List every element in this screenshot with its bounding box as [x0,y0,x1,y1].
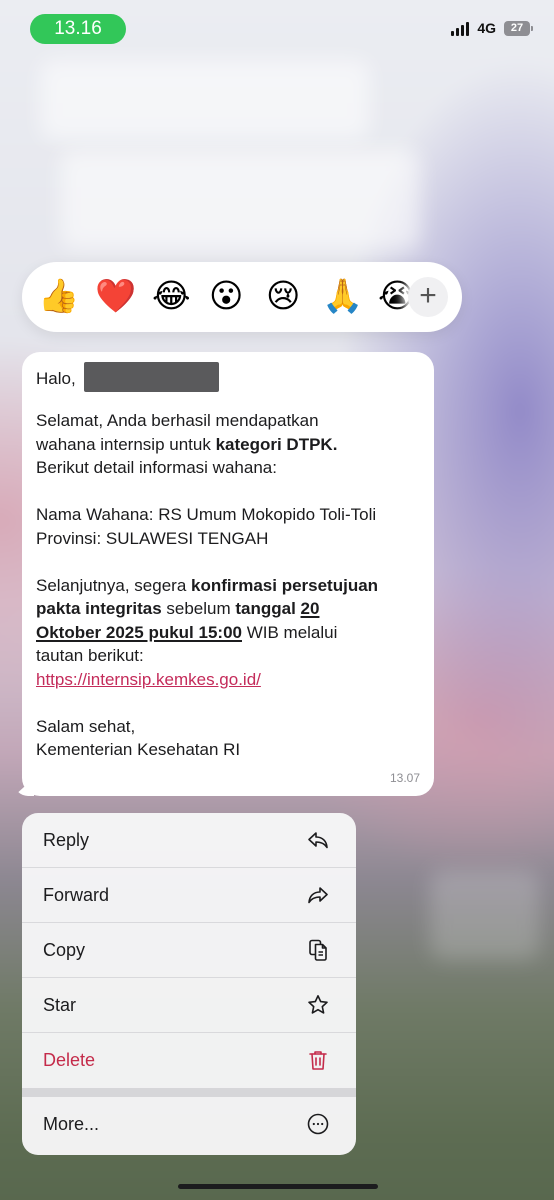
reaction-praying[interactable]: 🙏 [322,276,363,316]
battery-icon: 27 [504,20,533,36]
reaction-sad[interactable]: 😢 [266,276,300,316]
message-text: Berikut detail informasi wahana: [36,458,277,477]
reaction-heart[interactable]: ❤️ [95,276,136,316]
trash-icon [309,1051,327,1070]
reaction-surprised[interactable]: 😮 [209,276,243,316]
deadline-datetime: Oktober 2025 pukul 15:00 [36,622,242,642]
status-time-badge[interactable]: 13.16 [30,14,126,44]
deadline-date: 20 [300,599,320,618]
reaction-laughing[interactable]: 😂 [152,276,191,316]
greeting-line: Halo, [36,362,420,392]
message-text: pakta integritas sebelum tanggal 20 [36,599,320,618]
wahana-name: Nama Wahana: RS Umum Mokopido Toli-Toli [36,505,377,524]
menu-item-star[interactable]: Star [22,978,356,1033]
reply-icon [308,832,328,849]
message-bubble[interactable]: Halo, Selamat, Anda berhasil mendapatkan… [22,352,434,796]
message-text: Selanjutnya, segera konfirmasi persetuju… [36,575,379,595]
reaction-thumbs-up[interactable]: 👍 [38,276,79,316]
network-type: 4G [477,20,496,36]
copy-icon [309,939,327,961]
message-time: 13.07 [389,770,420,785]
wahana-province: Provinsi: SULAWESI TENGAH [36,528,269,548]
message-text: tautan berikut: [36,646,144,665]
reaction-bar: 👍 ❤️ 😂 😮 😢 🙏 😭 + [22,262,462,332]
menu-label: Copy [43,940,86,960]
menu-label: Forward [43,885,110,905]
menu-separator [22,1088,356,1097]
message-text: Selamat, Anda berhasil mendapatkan [36,411,319,430]
closing-greeting: Salam sehat, [36,716,136,736]
menu-label: Delete [43,1050,96,1070]
message-text: wahana internsip untuk kategori DTPK. [36,434,338,454]
message-text: Oktober 2025 pukul 15:00 WIB melalui [36,622,338,642]
menu-item-delete[interactable]: Delete [22,1033,356,1088]
context-menu: Reply Forward Copy Star Delete More... [22,813,356,1155]
star-icon [308,995,328,1014]
menu-label: Star [43,995,77,1015]
redacted-name [83,362,219,392]
status-indicators: 4G 27 [451,20,533,36]
home-indicator[interactable] [178,1184,378,1189]
menu-item-more[interactable]: More... [22,1097,356,1152]
menu-item-forward[interactable]: Forward [22,868,356,923]
more-icon [307,1113,329,1135]
sender-signature: Kementerian Kesehatan RI [36,740,241,759]
menu-label: Reply [43,830,90,850]
menu-label: More... [43,1114,100,1134]
plus-icon[interactable]: + [408,277,448,317]
menu-item-reply[interactable]: Reply [22,813,356,868]
signal-icon [451,21,470,36]
internsip-link[interactable]: https://internsip.kemkes.go.id/ [36,670,261,689]
forward-icon [308,887,328,904]
menu-item-copy[interactable]: Copy [22,923,356,978]
